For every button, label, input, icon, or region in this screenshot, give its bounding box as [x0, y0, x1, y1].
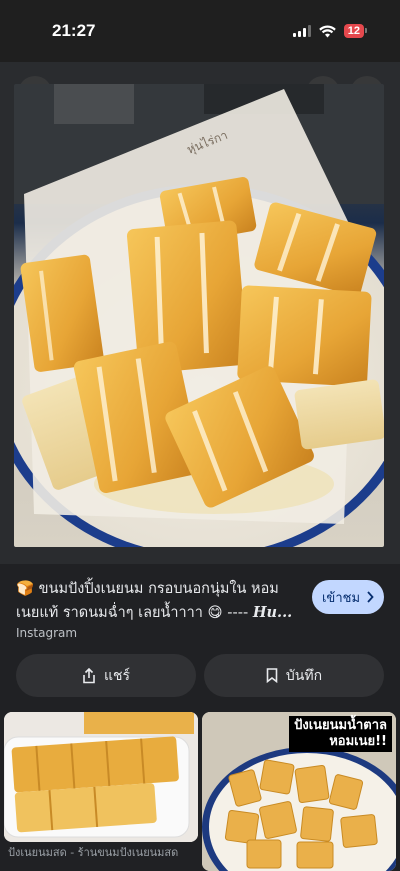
hero-image[interactable]: หุ่นไร่กา — [14, 84, 384, 547]
related-label-2: ปังเนยนมน้ำตาล หอมเนย!! — [289, 716, 392, 752]
save-button[interactable]: บันทึก — [204, 654, 384, 697]
bookmark-icon — [266, 668, 278, 683]
related-image-1[interactable] — [4, 712, 198, 842]
save-label: บันทึก — [285, 667, 323, 684]
related-image-2[interactable]: ปังเนยนมน้ำตาล หอมเนย!! — [202, 712, 396, 871]
clock: 21:27 — [52, 21, 96, 40]
image-viewer: หุ่นไร่กา — [0, 62, 400, 564]
bread-emoji: 🍞 — [16, 581, 35, 597]
result-caption[interactable]: 🍞 ขนมปังปิ้งเนยนม กรอบนอกนุ่มใน หอมเนยแท… — [16, 578, 301, 625]
source-name: Instagram — [16, 626, 78, 640]
related-toast-photo-1 — [4, 712, 198, 842]
caption-text: ขนมปังปิ้งเนยนม กรอบนอกนุ่มใน หอมเนยแท้ … — [16, 581, 279, 621]
share-label: แชร์ — [103, 667, 131, 684]
visit-label: เข้าชม — [321, 590, 361, 606]
related-title-1[interactable]: ปังเนยนมสด - ร้านขนมปังเนยนมสด — [8, 843, 194, 861]
status-icons: 12 — [292, 24, 368, 38]
visit-button[interactable]: เข้าชม — [312, 580, 384, 614]
share-icon — [83, 667, 95, 683]
battery-indicator: 12 — [343, 24, 368, 38]
caption-tail: Hu... — [252, 604, 293, 621]
chevron-right-icon — [367, 591, 374, 603]
status-bar: 21:27 12 — [0, 0, 400, 62]
toast-photo-illustration: หุ่นไร่กา — [14, 84, 384, 547]
share-button[interactable]: แชร์ — [16, 654, 196, 697]
wifi-icon — [318, 24, 336, 37]
cellular-signal-icon — [292, 25, 311, 37]
